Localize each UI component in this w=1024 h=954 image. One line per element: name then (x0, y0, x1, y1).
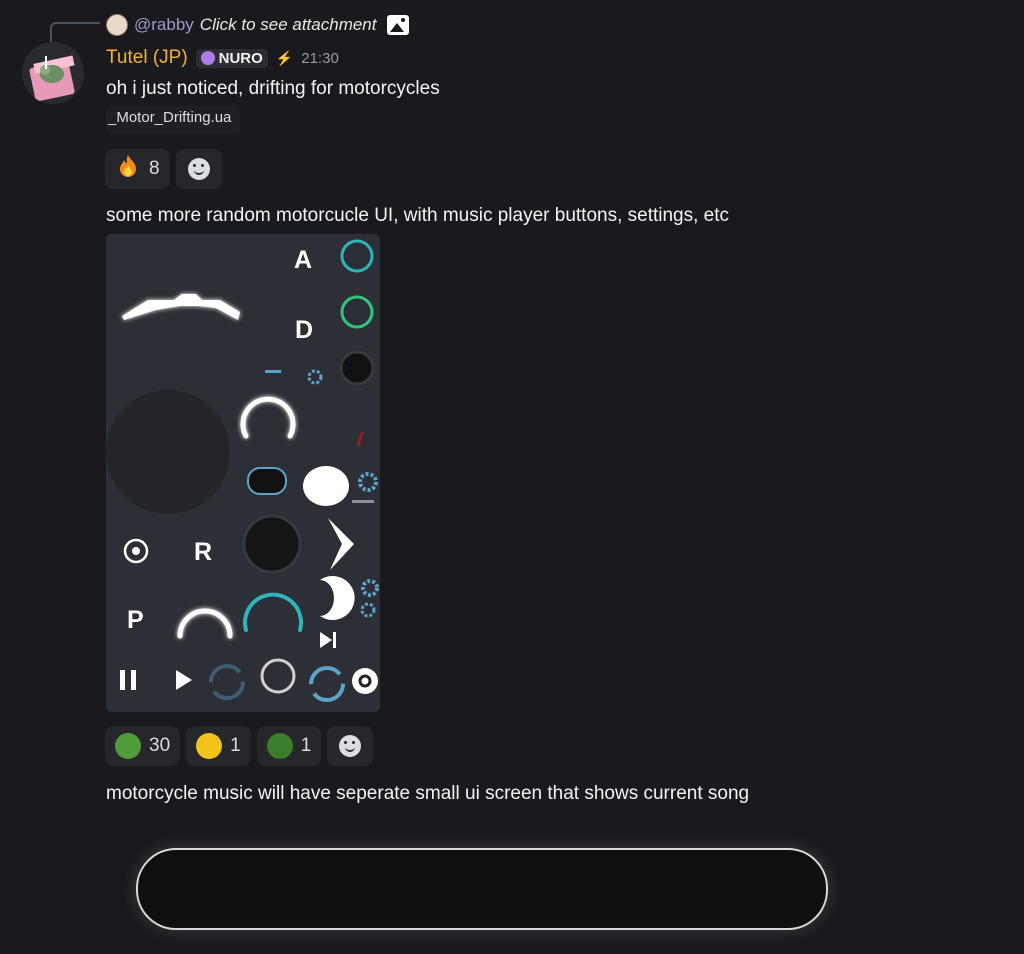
reaction-count: 1 (230, 735, 241, 756)
add-reaction-button[interactable] (175, 149, 222, 189)
awesome-face-icon (196, 733, 223, 759)
reply-username[interactable]: @rabby (134, 15, 194, 35)
reaction-pepe[interactable]: 30 (105, 726, 181, 766)
reactions-row: 8 (105, 149, 222, 189)
reply-text[interactable]: Click to see attachment (200, 15, 377, 35)
badge-label: NURO (218, 49, 263, 67)
fire-icon (115, 153, 141, 185)
reaction-duck[interactable]: 1 (256, 726, 322, 766)
add-reaction-button-2[interactable] (327, 726, 374, 766)
key-p: P (127, 606, 144, 634)
avatar[interactable] (22, 42, 84, 104)
key-d: D (295, 316, 313, 344)
image-attachment[interactable]: A D R P (106, 234, 380, 712)
reply-avatar[interactable] (106, 14, 128, 36)
add-reaction-icon (187, 158, 210, 180)
reaction-count: 1 (300, 735, 312, 756)
heart-icon (200, 51, 215, 65)
file-attachment[interactable]: _Motor_Drifting.ua (106, 106, 240, 134)
reactions-row-2: 30 1 1 (105, 726, 374, 766)
duck-icon (266, 733, 293, 759)
add-reaction-icon (339, 735, 362, 757)
pepe-frog-icon (115, 733, 141, 759)
reaction-count: 8 (149, 158, 160, 179)
timestamp[interactable]: 21:30 (301, 50, 339, 67)
reaction-fire[interactable]: 8 (105, 149, 170, 189)
message-text-2: some more random motorcucle UI, with mus… (106, 205, 730, 226)
reply-preview[interactable]: @rabby Click to see attachment (106, 12, 409, 38)
reaction-awesome-face[interactable]: 1 (186, 726, 251, 766)
lightning-icon: ⚡ (275, 49, 294, 66)
key-r: R (194, 538, 212, 566)
message-header: Tutel (JP) NURO ⚡ 21:30 (106, 47, 339, 69)
message-text-1: oh i just noticed, drifting for motorcyc… (106, 78, 440, 99)
author-username[interactable]: Tutel (JP) (106, 47, 188, 69)
reaction-count: 30 (149, 735, 171, 756)
guild-tag-badge[interactable]: NURO (195, 48, 268, 68)
message-input-bar[interactable] (136, 848, 828, 930)
image-icon (386, 15, 409, 35)
key-a: A (294, 246, 312, 274)
message-text-3: motorcycle music will have seperate smal… (106, 783, 750, 804)
